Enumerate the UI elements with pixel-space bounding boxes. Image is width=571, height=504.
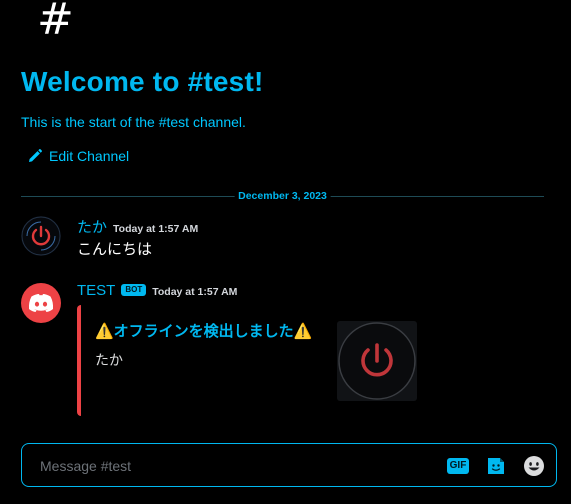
chat-view: # Welcome to #test! This is the start of… (0, 0, 571, 504)
power-icon (21, 216, 61, 256)
embed-description: たか (95, 352, 123, 368)
message-composer: GIF (21, 443, 557, 487)
avatar[interactable] (21, 216, 61, 256)
welcome-title: Welcome to #test! (21, 66, 264, 97)
bot-badge: BOT (121, 284, 147, 296)
sticker-icon (488, 458, 504, 474)
edit-channel-label: Edit Channel (49, 148, 130, 164)
power-icon (338, 322, 416, 400)
message-header: TEST BOT Today at 1:57 AM (77, 282, 237, 299)
welcome-subtitle: This is the start of the #test channel. (21, 114, 246, 130)
avatar[interactable] (21, 283, 61, 323)
author-name[interactable]: たか (77, 216, 107, 237)
message-input[interactable] (38, 454, 432, 478)
date-divider: December 3, 2023 (21, 189, 544, 203)
hash-icon: # (37, 0, 74, 45)
sticker-button[interactable] (484, 454, 508, 478)
message-timestamp: Today at 1:57 AM (152, 286, 238, 298)
edit-channel-button[interactable]: Edit Channel (28, 146, 129, 166)
emoji-button[interactable] (522, 454, 546, 478)
discord-logo-icon (28, 294, 54, 312)
pencil-icon (28, 149, 42, 163)
author-name[interactable]: TEST (77, 282, 115, 299)
message-timestamp: Today at 1:57 AM (113, 223, 199, 235)
emoji-icon (524, 456, 544, 476)
message-content: こんにちは (77, 241, 153, 258)
gif-icon: GIF (446, 458, 470, 474)
message-embed: ⚠️オフラインを検出しました⚠️ たか (77, 305, 426, 416)
embed-thumbnail[interactable] (337, 321, 417, 401)
message-header: たか Today at 1:57 AM (77, 216, 198, 237)
date-divider-label: December 3, 2023 (234, 189, 331, 203)
gif-button[interactable]: GIF (446, 454, 470, 478)
embed-title: ⚠️オフラインを検出しました⚠️ (95, 323, 313, 340)
